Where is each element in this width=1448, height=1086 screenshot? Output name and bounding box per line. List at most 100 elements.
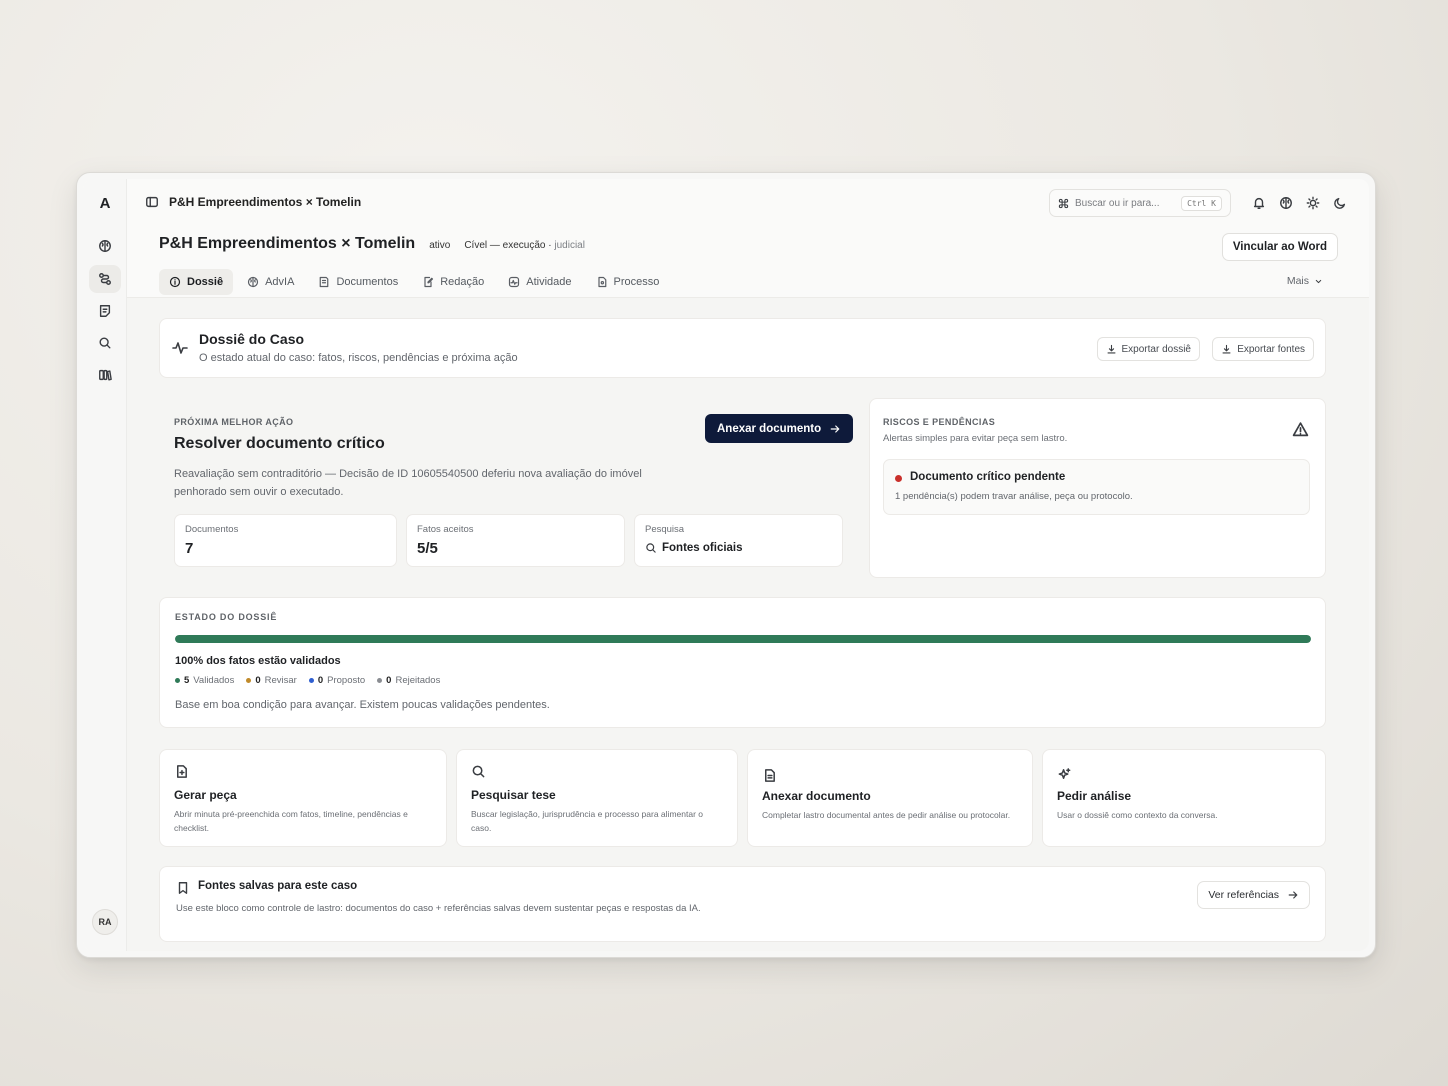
fontes-desc: Use este bloco como controle de lastro: …: [176, 903, 701, 914]
sidebar-toggle-icon[interactable]: [145, 195, 159, 209]
fontes-card: Fontes salvas para este caso Use este bl…: [159, 866, 1326, 942]
tab-advia[interactable]: AdvIA: [237, 269, 304, 295]
action-desc: Completar lastro documental antes de ped…: [762, 810, 1011, 820]
action-card-anexar-documento[interactable]: Anexar documento Completar lastro docume…: [747, 749, 1033, 847]
app-window: A RA P&H Empreendimentos × Tomelin Busca…: [76, 172, 1376, 958]
sun-icon[interactable]: [1306, 196, 1320, 210]
stat-label: Documentos: [185, 524, 239, 535]
export-dossie-label: Exportar dossiê: [1121, 343, 1191, 355]
export-fontes-label: Exportar fontes: [1237, 343, 1305, 355]
search-icon[interactable]: [96, 334, 114, 352]
brain-icon[interactable]: [96, 237, 114, 255]
warning-icon: [1292, 421, 1309, 443]
action-title: Pedir análise: [1057, 789, 1132, 803]
library-icon[interactable]: [96, 366, 114, 384]
stat-label: Pesquisa: [645, 524, 685, 535]
tab-redacao[interactable]: Redação: [412, 269, 494, 295]
risk-item[interactable]: Documento crítico pendente 1 pendência(s…: [883, 459, 1310, 515]
breadcrumb: P&H Empreendimentos × Tomelin: [145, 195, 361, 209]
bell-icon[interactable]: [1252, 196, 1266, 210]
estado-legend: 5 Validados 0 Revisar 0 Proposto 0 Rejeitado…: [175, 675, 440, 686]
case-tabs: Dossiê AdvIA Documentos Redação Atividad…: [159, 269, 669, 295]
more-menu[interactable]: Mais: [1287, 275, 1323, 287]
export-dossie-button[interactable]: Exportar dossiê: [1096, 337, 1200, 361]
case-meta: Cível — execução · judicial: [464, 240, 585, 251]
search-bar[interactable]: Buscar ou ir para... Ctrl K: [1049, 189, 1231, 217]
ver-referencias-button[interactable]: Ver referências: [1197, 881, 1310, 909]
stat-pesquisa[interactable]: Pesquisa Fontes oficiais: [634, 514, 843, 567]
notes-icon[interactable]: [96, 302, 114, 320]
dossie-content: Dossiê do Caso O estado atual do caso: f…: [127, 298, 1369, 951]
action-card-pesquisar-tese[interactable]: Pesquisar tese Buscar legislação, jurisp…: [456, 749, 738, 847]
tab-label: Dossiê: [187, 276, 224, 288]
tab-label: Redação: [440, 276, 485, 288]
action-title: Anexar documento: [762, 789, 871, 803]
next-action-card: PRÓXIMA MELHOR AÇÃO Resolver documento c…: [159, 398, 857, 578]
risk-item-desc: 1 pendência(s) podem travar análise, peç…: [895, 491, 1133, 502]
legend-proposto: 0 Proposto: [308, 675, 365, 686]
moon-icon[interactable]: [1333, 196, 1347, 210]
action-desc: Buscar legislação, jurisprudência e proc…: [471, 809, 703, 833]
tab-label: Documentos: [336, 276, 399, 288]
search-icon: [471, 764, 486, 784]
action-title: Gerar peça: [174, 788, 237, 802]
document-icon: [762, 764, 777, 788]
pulse-icon: [172, 340, 188, 361]
action-card-gerar-peca[interactable]: Gerar peça Abrir minuta pré-preenchida c…: [159, 749, 447, 847]
link-word-button[interactable]: Vincular ao Word: [1221, 233, 1338, 261]
attach-document-button[interactable]: Anexar documento: [705, 414, 854, 443]
stat-label: Fatos aceitos: [417, 524, 474, 535]
stat-value: Fontes oficiais: [645, 542, 743, 554]
case-title: P&H Empreendimentos × Tomelin: [159, 235, 416, 252]
action-card-pedir-analise[interactable]: Pedir análise Usar o dossiê como context…: [1042, 749, 1326, 847]
top-icons: [1252, 196, 1347, 210]
dossie-subtitle: O estado atual do caso: fatos, riscos, p…: [199, 352, 518, 364]
tab-dossie[interactable]: Dossiê: [159, 269, 234, 295]
export-fontes-button[interactable]: Exportar fontes: [1212, 337, 1314, 361]
brain-icon[interactable]: [1279, 196, 1293, 210]
chevron-down-icon: [1315, 279, 1322, 283]
app-logo[interactable]: A: [83, 195, 127, 212]
risks-subtitle: Alertas simples para evitar peça sem las…: [883, 433, 1068, 444]
tab-atividade[interactable]: Atividade: [498, 269, 581, 295]
next-action-title: Resolver documento crítico: [174, 435, 385, 452]
arrow-right-icon: [830, 424, 840, 433]
next-action-description: Reavaliação sem contraditório — Decisão …: [174, 468, 642, 498]
action-title: Pesquisar tese: [471, 788, 556, 802]
tab-label: Processo: [613, 276, 660, 288]
risk-dot: [895, 475, 902, 482]
flow-icon[interactable]: [89, 265, 121, 293]
activity-icon: [509, 276, 520, 288]
action-desc: Usar o dossiê como contexto da conversa.: [1057, 810, 1218, 820]
risks-card: RISCOS E PENDÊNCIAS Alertas simples para…: [869, 398, 1326, 578]
ver-referencias-label: Ver referências: [1208, 889, 1279, 901]
command-icon: [1058, 198, 1069, 209]
estado-summary: 100% dos fatos estão validados: [175, 655, 341, 667]
app-frame: A RA P&H Empreendimentos × Tomelin Busca…: [83, 179, 1369, 951]
more-label: Mais: [1286, 275, 1309, 287]
info-icon: [169, 276, 181, 288]
estado-note: Base em boa condição para avançar. Exist…: [175, 699, 550, 711]
case-type: judicial: [554, 240, 585, 251]
dossie-header-card: Dossiê do Caso O estado atual do caso: f…: [159, 318, 1326, 378]
tab-label: Atividade: [526, 276, 572, 288]
progress-bar: [175, 635, 1311, 643]
arrow-right-icon: [1288, 891, 1298, 899]
estado-eyebrow: ESTADO DO DOSSIÊ: [175, 612, 278, 622]
edit-file-icon: [424, 276, 434, 288]
download-icon: [1222, 344, 1231, 353]
legend-revisar: 0 Revisar: [246, 675, 297, 686]
stat-value: 7: [185, 540, 194, 557]
tab-label: AdvIA: [265, 276, 295, 288]
file-icon: [597, 276, 606, 288]
stat-fatos-aceitos: Fatos aceitos 5/5: [406, 514, 625, 567]
user-avatar[interactable]: RA: [92, 909, 118, 935]
tab-documentos[interactable]: Documentos: [308, 269, 408, 295]
legend-validados: 5 Validados: [175, 675, 234, 686]
risk-item-title: Documento crítico pendente: [910, 471, 1066, 483]
fontes-title: Fontes salvas para este caso: [198, 880, 358, 892]
legend-rejeitados: 0 Rejeitados: [377, 675, 440, 686]
case-area: Cível — execução: [464, 240, 546, 251]
estado-card: ESTADO DO DOSSIÊ 100% dos fatos estão va…: [159, 597, 1326, 728]
tab-processo[interactable]: Processo: [586, 269, 670, 295]
